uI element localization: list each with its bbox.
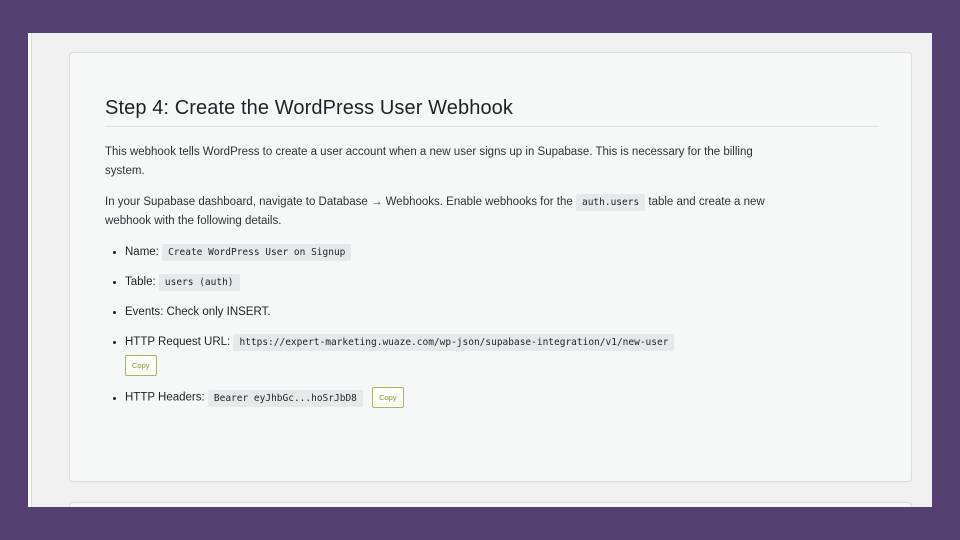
instructions-prefix: In your Supabase dashboard, navigate to …: [105, 196, 573, 208]
next-step-card: [69, 502, 912, 507]
detail-label: Events: Check only INSERT.: [125, 306, 271, 318]
detail-value: https://expert-marketing.wuaze.com/wp-js…: [233, 334, 675, 351]
detail-http-headers: HTTP Headers: Bearer eyJhbGc...hoSrJbD8 …: [125, 387, 879, 408]
detail-label: Table:: [125, 276, 156, 288]
webhook-details-list: Name: Create WordPress User on Signup Ta…: [105, 243, 879, 408]
detail-label: Name:: [125, 246, 159, 258]
step-intro: This webhook tells WordPress to create a…: [105, 146, 753, 177]
detail-value: Bearer eyJhbGc...hoSrJbD8: [207, 389, 363, 407]
detail-value: Create WordPress User on Signup: [162, 244, 352, 261]
detail-label: HTTP Request URL:: [125, 336, 231, 348]
admin-sidebar-edge: [28, 33, 32, 507]
admin-viewport: Step 4: Create the WordPress User Webhoo…: [28, 33, 932, 507]
step-card-content: Step 4: Create the WordPress User Webhoo…: [105, 97, 879, 419]
step-title: Step 4: Create the WordPress User Webhoo…: [105, 97, 879, 127]
detail-value: users (auth): [158, 274, 240, 291]
step-card: Step 4: Create the WordPress User Webhoo…: [69, 52, 912, 482]
table-code: auth.users: [575, 194, 646, 211]
copy-url-button[interactable]: Copy: [125, 355, 157, 376]
detail-http-url: HTTP Request URL: https://expert-marketi…: [125, 333, 879, 376]
detail-events: Events: Check only INSERT.: [125, 303, 879, 322]
copy-headers-button[interactable]: Copy: [372, 387, 404, 408]
detail-table: Table: users (auth): [125, 273, 879, 292]
detail-label: HTTP Headers:: [125, 391, 205, 404]
detail-name: Name: Create WordPress User on Signup: [125, 243, 879, 262]
step-instructions: In your Supabase dashboard, navigate to …: [105, 193, 775, 231]
